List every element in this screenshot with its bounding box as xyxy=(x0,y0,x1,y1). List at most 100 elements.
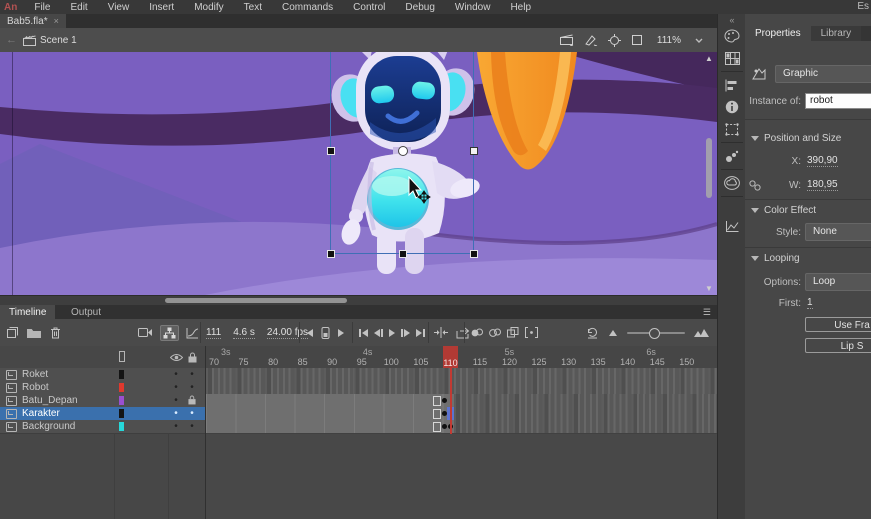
instance-name-field[interactable]: robot xyxy=(805,93,871,109)
collapse-triangle-icon[interactable] xyxy=(751,136,759,141)
layer-row-batu_depan[interactable]: Batu_Depan • xyxy=(0,394,205,408)
x-value[interactable]: 390,90 xyxy=(807,155,838,167)
visibility-column-eye-icon[interactable] xyxy=(170,353,183,362)
zoom-level-select[interactable]: 111% xyxy=(653,33,707,48)
layer-lock-dot[interactable]: • xyxy=(186,421,198,432)
center-playhead-icon[interactable] xyxy=(434,327,448,338)
layer-visibility-dot[interactable]: • xyxy=(170,395,182,406)
collapse-triangle-icon[interactable] xyxy=(751,256,759,261)
timeline-ruler[interactable]: 110 3s4s5s6s7075808590951001051151201251… xyxy=(206,346,717,369)
layer-visibility-dot[interactable]: • xyxy=(170,369,182,380)
modify-markers-icon[interactable] xyxy=(525,327,538,338)
stage-vertical-scrollbar[interactable]: ▲ ▼ xyxy=(704,52,714,295)
layer-visibility-dot[interactable]: • xyxy=(170,382,182,393)
menu-insert[interactable]: Insert xyxy=(139,2,184,13)
edit-multiple-frames-icon[interactable] xyxy=(507,327,519,338)
timeline-zoom-slider-knob[interactable] xyxy=(649,328,660,339)
timeline-zoom-slider[interactable] xyxy=(627,332,685,334)
step-back-icon[interactable] xyxy=(307,329,313,337)
frame-row-background[interactable] xyxy=(206,420,717,434)
elapsed-time-value[interactable]: 4.6 s xyxy=(233,327,255,339)
menu-file[interactable]: File xyxy=(24,2,60,13)
selection-handle-bottom-left[interactable] xyxy=(327,250,335,258)
tab-output[interactable]: Output xyxy=(62,305,110,319)
collapse-panels-icon[interactable]: « xyxy=(718,15,746,25)
scroll-down-icon[interactable]: ▼ xyxy=(704,284,714,293)
tab-library[interactable]: Library xyxy=(811,26,862,41)
center-stage-icon[interactable] xyxy=(608,34,621,47)
layer-lock-dot[interactable]: • xyxy=(186,408,198,419)
symbol-type-select[interactable]: Graphic xyxy=(775,65,871,83)
stage-canvas[interactable]: ▲ ▼ xyxy=(0,52,717,295)
onion-skin-outlines-icon[interactable] xyxy=(489,327,501,338)
section-looping[interactable]: Looping xyxy=(751,253,800,264)
edit-symbols-icon[interactable] xyxy=(584,34,598,46)
go-to-last-frame-button[interactable] xyxy=(416,329,425,337)
menu-commands[interactable]: Commands xyxy=(272,2,343,13)
lock-column-icon[interactable] xyxy=(188,352,197,363)
menu-text[interactable]: Text xyxy=(234,2,272,13)
layer-name[interactable]: Roket xyxy=(22,369,48,380)
close-tab-icon[interactable]: × xyxy=(54,16,59,26)
selection-handle-left[interactable] xyxy=(327,147,335,155)
layer-visibility-dot[interactable]: • xyxy=(170,408,182,419)
play-button[interactable] xyxy=(389,329,395,337)
show-parenting-view-button[interactable] xyxy=(160,325,179,341)
layer-outline-color[interactable] xyxy=(119,396,124,405)
brush-library-panel-button[interactable] xyxy=(718,145,746,167)
frames-area[interactable]: 110 3s4s5s6s7075808590951001051151201251… xyxy=(206,346,717,519)
transform-point[interactable] xyxy=(398,146,408,156)
workspace-switcher[interactable]: Es xyxy=(857,1,869,12)
transform-panel-button[interactable] xyxy=(718,118,746,140)
style-select[interactable]: None xyxy=(805,223,871,241)
layer-lock-dot[interactable]: • xyxy=(186,369,198,380)
cc-libraries-panel-button[interactable] xyxy=(718,172,746,194)
layer-name[interactable]: Batu_Depan xyxy=(22,395,78,406)
section-position-size[interactable]: Position and Size xyxy=(751,133,841,144)
frame-row-roket[interactable] xyxy=(206,368,717,382)
frame-rate-value[interactable]: 24.00 fps xyxy=(267,327,308,339)
document-tab[interactable]: Bab5.fla* × xyxy=(0,14,66,28)
menu-debug[interactable]: Debug xyxy=(395,2,444,13)
layer-name[interactable]: Karakter xyxy=(22,408,60,419)
layer-name[interactable]: Robot xyxy=(22,382,49,393)
frame-row-robot[interactable] xyxy=(206,381,717,395)
layer-row-roket[interactable]: Roket • • xyxy=(0,368,205,382)
motion-editor-panel-button[interactable] xyxy=(718,215,746,237)
layer-name[interactable]: Background xyxy=(22,421,75,432)
back-arrow-icon[interactable]: ← xyxy=(0,34,23,46)
layer-row-robot[interactable]: Robot • • xyxy=(0,381,205,395)
layer-outline-color[interactable] xyxy=(119,422,124,431)
lip-syncing-button[interactable]: Lip S xyxy=(805,338,871,353)
camera-icon[interactable] xyxy=(138,327,153,338)
layer-lock-dot[interactable]: • xyxy=(186,382,198,393)
selection-handle-bottom-right[interactable] xyxy=(470,250,478,258)
layer-row-karakter[interactable]: Karakter • • xyxy=(0,407,205,421)
layer-outline-color[interactable] xyxy=(119,409,124,418)
section-color-effect[interactable]: Color Effect xyxy=(751,205,816,216)
step-forward-icon[interactable] xyxy=(338,329,344,337)
menu-edit[interactable]: Edit xyxy=(60,2,97,13)
panel-menu-icon[interactable]: ☰ xyxy=(703,307,711,318)
tab-timeline[interactable]: Timeline xyxy=(0,305,55,319)
use-frame-picker-button[interactable]: Use Fra xyxy=(805,317,871,332)
constrain-link-icon[interactable] xyxy=(749,180,761,191)
info-panel-button[interactable] xyxy=(718,96,746,118)
current-frame-value[interactable]: 111 xyxy=(206,327,221,339)
frame-row-karakter[interactable] xyxy=(206,407,717,421)
color-panel-button[interactable] xyxy=(718,25,746,47)
align-panel-button[interactable] xyxy=(718,74,746,96)
w-value[interactable]: 180,95 xyxy=(807,179,838,191)
menu-view[interactable]: View xyxy=(98,2,140,13)
timeline-zoom-in-icon[interactable] xyxy=(694,328,709,338)
layer-outline-color[interactable] xyxy=(119,383,124,392)
graph-editor-icon[interactable] xyxy=(186,327,199,339)
selection-handle-bottom-center[interactable] xyxy=(399,250,407,258)
loop-options-select[interactable]: Loop xyxy=(805,273,871,291)
step-forward-one-frame-button[interactable] xyxy=(401,329,410,337)
layer-row-background[interactable]: Background•• xyxy=(0,420,205,434)
onion-skin-icon[interactable] xyxy=(471,327,483,338)
swatches-panel-button[interactable] xyxy=(718,47,746,69)
playhead-marker[interactable]: 110 xyxy=(443,346,458,368)
frame-row-batu_depan[interactable] xyxy=(206,394,717,408)
